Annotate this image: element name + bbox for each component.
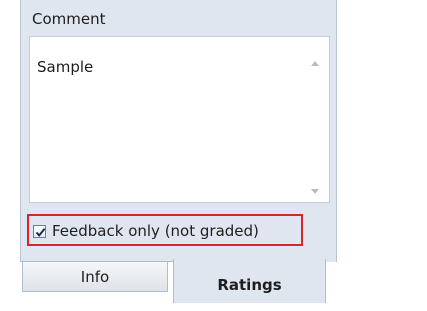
ratings-panel: Comment Sample Feedback only (not graded… bbox=[20, 0, 337, 262]
comment-textarea[interactable]: Sample bbox=[29, 36, 330, 203]
checkmark-icon bbox=[35, 227, 46, 237]
comment-label: Comment bbox=[32, 10, 106, 28]
comment-text: Sample bbox=[37, 58, 94, 76]
tab-ratings[interactable]: Ratings bbox=[173, 259, 326, 303]
tab-info[interactable]: Info bbox=[22, 262, 168, 292]
feedback-highlight-box: Feedback only (not graded) bbox=[27, 214, 303, 246]
scroll-up-arrow-icon[interactable] bbox=[311, 61, 319, 66]
tab-strip: Info Ratings bbox=[20, 259, 335, 303]
feedback-only-checkbox[interactable] bbox=[33, 224, 46, 238]
scroll-down-arrow-icon[interactable] bbox=[311, 189, 319, 194]
feedback-only-checkbox-row[interactable]: Feedback only (not graded) bbox=[33, 222, 259, 240]
feedback-only-label: Feedback only (not graded) bbox=[52, 222, 259, 240]
